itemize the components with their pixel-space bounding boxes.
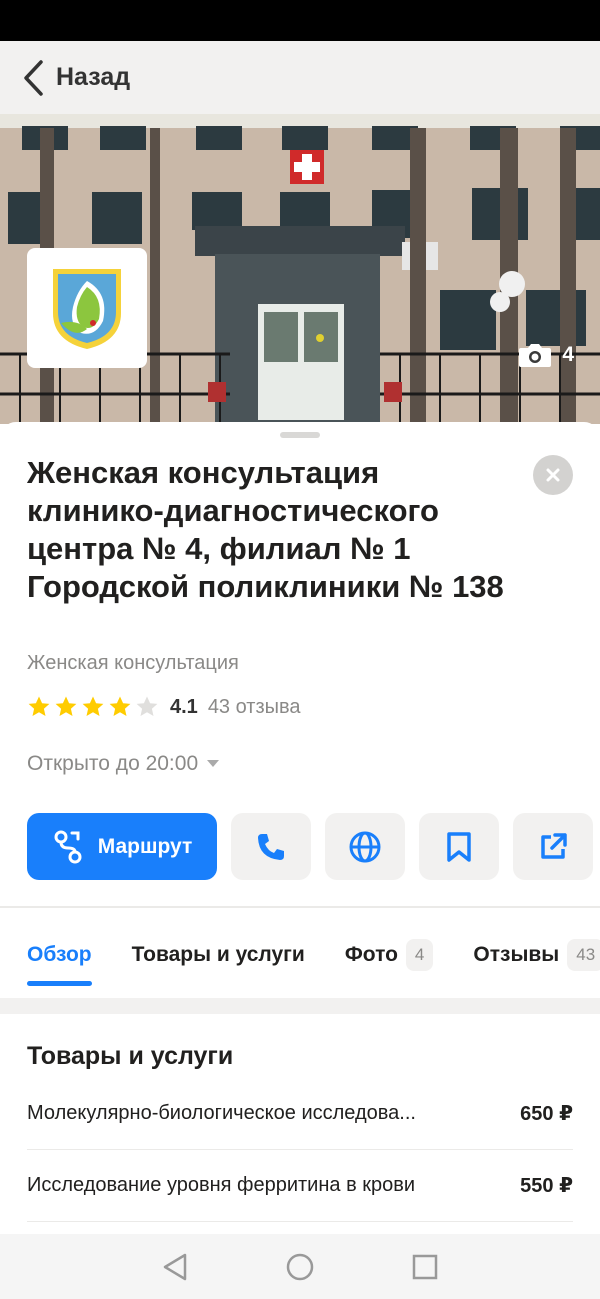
divider [0,906,600,908]
services-section-title[interactable]: Товары и услуги [27,1042,233,1071]
service-name: Молекулярно-биологическое исследова... [27,1102,416,1124]
tab-services-label: Товары и услуги [131,943,305,966]
tab-photos-label: Фото [344,943,398,966]
list-item[interactable]: Молекулярно-биологическое исследова... 6… [27,1078,573,1150]
nav-back-icon[interactable] [161,1252,189,1282]
route-label: Маршрут [97,834,193,858]
system-nav-bar [0,1234,600,1299]
tab-overview[interactable]: Обзор [27,930,92,986]
bookmark-icon [447,831,471,862]
star-filled-icon [28,696,50,716]
photo-count[interactable]: 4 [518,342,574,368]
nav-recents-icon[interactable] [411,1253,439,1281]
route-button[interactable]: Маршрут [27,813,217,880]
caret-down-icon [206,757,220,771]
service-price: 650 ₽ [520,1103,573,1125]
org-card-sheet: Женская консультация клинико-диагностиче… [0,422,600,1234]
globe-icon [349,831,381,862]
star-filled-icon [55,696,77,716]
rating-value: 4.1 [170,695,198,718]
star-filled-icon [109,696,131,716]
back-button[interactable]: Назад [56,63,130,92]
opening-hours[interactable]: Открыто до 20:00 [27,752,220,776]
service-name: Исследование уровня ферритина в крови [27,1174,416,1196]
back-chevron-icon[interactable] [22,58,48,98]
org-category[interactable]: Женская консультация [27,652,239,675]
section-gap [0,998,600,1014]
tab-photos-badge: 4 [405,939,434,971]
route-icon [54,830,82,863]
sheet-grabber[interactable] [280,432,320,438]
star-filled-icon [82,696,104,716]
opening-hours-text: Открыто до 20:00 [27,752,199,775]
list-item[interactable]: Исследование уровня ферритина в крови 55… [27,1150,573,1222]
action-buttons: Маршрут [27,813,593,880]
tab-overview-label: Обзор [27,943,92,966]
star-empty-icon [136,696,158,716]
tab-bar: Обзор Товары и услуги Фото 4 Отзывы 43 [27,930,600,986]
website-button[interactable] [325,813,405,880]
tab-reviews-label: Отзывы [473,943,560,966]
camera-icon [519,344,552,367]
service-price: 550 ₽ [520,1175,573,1197]
hero-photo[interactable]: 4 [0,114,600,424]
org-logo [27,248,147,368]
close-icon [546,468,560,482]
call-button[interactable] [231,813,311,880]
rating-row[interactable]: 4.1 43 отзыва [27,692,301,722]
org-title: Женская консультация клинико-диагностиче… [27,455,504,604]
share-icon [541,832,567,859]
services-list: Молекулярно-биологическое исследова... 6… [27,1078,573,1222]
tab-reviews-badge: 43 [567,939,600,971]
clinic-logo-icon [53,269,121,349]
rating-stars [27,695,159,719]
close-button[interactable] [533,455,573,495]
phone-icon [258,833,284,860]
bookmark-button[interactable] [419,813,499,880]
tab-photos[interactable]: Фото 4 [345,930,434,980]
top-nav: Назад [0,41,600,114]
tab-services[interactable]: Товары и услуги [132,930,305,980]
tab-reviews[interactable]: Отзывы 43 [473,930,600,980]
share-button[interactable] [513,813,593,880]
nav-home-icon[interactable] [285,1252,315,1282]
review-count[interactable]: 43 отзыва [208,696,301,719]
photo-count-value: 4 [562,343,574,366]
status-bar [0,0,600,41]
